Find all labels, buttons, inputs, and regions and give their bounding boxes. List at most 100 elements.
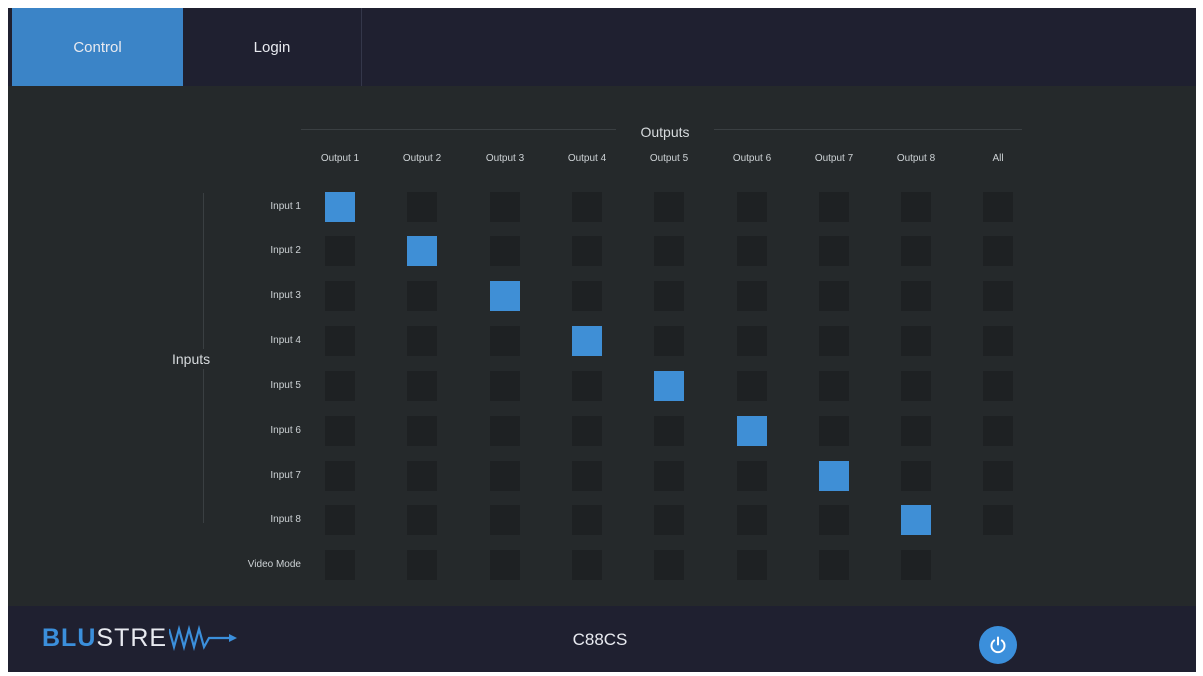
route-button-r3-c1[interactable] <box>325 281 355 311</box>
route-button-r1-c7[interactable] <box>819 192 849 222</box>
route-button-r1-c6[interactable] <box>737 192 767 222</box>
route-button-r7-c2[interactable] <box>407 461 437 491</box>
tab-control-label: Control <box>73 38 122 56</box>
route-button-r2-c8[interactable] <box>901 236 931 266</box>
route-button-r8-c1[interactable] <box>325 505 355 535</box>
model-name: C88CS <box>572 630 628 649</box>
route-button-r2-c2[interactable] <box>407 236 437 266</box>
route-button-r4-c6[interactable] <box>737 326 767 356</box>
power-icon <box>990 636 1006 654</box>
route-button-r8-c9[interactable] <box>983 505 1013 535</box>
route-button-r7-c4[interactable] <box>572 461 602 491</box>
route-button-r6-c8[interactable] <box>901 416 931 446</box>
route-button-r5-c8[interactable] <box>901 371 931 401</box>
route-button-r1-c9[interactable] <box>983 192 1013 222</box>
route-button-r6-c5[interactable] <box>654 416 684 446</box>
column-header-3: Output 3 <box>485 153 525 164</box>
route-button-r5-c6[interactable] <box>737 371 767 401</box>
route-button-r8-c4[interactable] <box>572 505 602 535</box>
route-button-r9-c7[interactable] <box>819 550 849 580</box>
route-button-r8-c6[interactable] <box>737 505 767 535</box>
outputs-title: Outputs <box>640 124 690 140</box>
route-button-r4-c5[interactable] <box>654 326 684 356</box>
route-button-r2-c4[interactable] <box>572 236 602 266</box>
route-button-r9-c8[interactable] <box>901 550 931 580</box>
outputs-divider-left <box>301 129 616 130</box>
route-button-r1-c4[interactable] <box>572 192 602 222</box>
route-button-r7-c9[interactable] <box>983 461 1013 491</box>
column-header-1: Output 1 <box>320 153 360 164</box>
column-header-5: Output 5 <box>649 153 689 164</box>
power-button[interactable] <box>979 626 1017 664</box>
route-button-r2-c9[interactable] <box>983 236 1013 266</box>
route-button-r9-c4[interactable] <box>572 550 602 580</box>
route-button-r7-c1[interactable] <box>325 461 355 491</box>
route-button-r5-c5[interactable] <box>654 371 684 401</box>
route-button-r1-c8[interactable] <box>901 192 931 222</box>
route-button-r5-c9[interactable] <box>983 371 1013 401</box>
route-button-r4-c8[interactable] <box>901 326 931 356</box>
blustream-logo: BLU STRE <box>42 622 241 654</box>
route-button-r5-c2[interactable] <box>407 371 437 401</box>
route-button-r8-c2[interactable] <box>407 505 437 535</box>
route-button-r2-c6[interactable] <box>737 236 767 266</box>
route-button-r5-c3[interactable] <box>490 371 520 401</box>
route-button-r3-c4[interactable] <box>572 281 602 311</box>
route-button-r7-c5[interactable] <box>654 461 684 491</box>
tab-login-label: Login <box>253 38 291 56</box>
route-button-r1-c2[interactable] <box>407 192 437 222</box>
route-button-r6-c6[interactable] <box>737 416 767 446</box>
route-button-r9-c2[interactable] <box>407 550 437 580</box>
route-button-r1-c3[interactable] <box>490 192 520 222</box>
column-header-2: Output 2 <box>402 153 442 164</box>
row-header-9: Video Mode <box>247 559 301 570</box>
route-button-r4-c7[interactable] <box>819 326 849 356</box>
route-button-r8-c5[interactable] <box>654 505 684 535</box>
route-button-r4-c3[interactable] <box>490 326 520 356</box>
route-button-r5-c4[interactable] <box>572 371 602 401</box>
route-button-r4-c1[interactable] <box>325 326 355 356</box>
route-button-r9-c1[interactable] <box>325 550 355 580</box>
route-button-r2-c3[interactable] <box>490 236 520 266</box>
route-button-r6-c7[interactable] <box>819 416 849 446</box>
route-button-r6-c9[interactable] <box>983 416 1013 446</box>
route-button-r5-c1[interactable] <box>325 371 355 401</box>
top-nav-bar: Control Login <box>8 8 1196 86</box>
route-button-r3-c2[interactable] <box>407 281 437 311</box>
tab-control[interactable]: Control <box>12 8 183 86</box>
route-button-r3-c7[interactable] <box>819 281 849 311</box>
route-button-r9-c5[interactable] <box>654 550 684 580</box>
route-button-r2-c1[interactable] <box>325 236 355 266</box>
route-button-r7-c8[interactable] <box>901 461 931 491</box>
route-button-r6-c1[interactable] <box>325 416 355 446</box>
route-button-r5-c7[interactable] <box>819 371 849 401</box>
route-button-r3-c6[interactable] <box>737 281 767 311</box>
route-button-r1-c5[interactable] <box>654 192 684 222</box>
route-button-r2-c5[interactable] <box>654 236 684 266</box>
route-button-r8-c7[interactable] <box>819 505 849 535</box>
outputs-divider-right <box>714 129 1022 130</box>
route-button-r3-c8[interactable] <box>901 281 931 311</box>
logo-stream-text: STRE <box>96 623 168 652</box>
tab-login[interactable]: Login <box>183 8 362 86</box>
route-button-r7-c7[interactable] <box>819 461 849 491</box>
route-button-r7-c3[interactable] <box>490 461 520 491</box>
route-button-r1-c1[interactable] <box>325 192 355 222</box>
route-button-r9-c3[interactable] <box>490 550 520 580</box>
route-button-r6-c3[interactable] <box>490 416 520 446</box>
route-button-r3-c5[interactable] <box>654 281 684 311</box>
route-button-r6-c4[interactable] <box>572 416 602 446</box>
route-button-r9-c6[interactable] <box>737 550 767 580</box>
route-button-r7-c6[interactable] <box>737 461 767 491</box>
route-button-r4-c9[interactable] <box>983 326 1013 356</box>
route-button-r8-c8[interactable] <box>901 505 931 535</box>
route-button-r8-c3[interactable] <box>490 505 520 535</box>
route-button-r3-c3[interactable] <box>490 281 520 311</box>
app-window: Control Login <box>8 8 1196 672</box>
route-button-r3-c9[interactable] <box>983 281 1013 311</box>
route-button-r4-c2[interactable] <box>407 326 437 356</box>
route-button-r2-c7[interactable] <box>819 236 849 266</box>
column-header-8: Output 8 <box>896 153 936 164</box>
route-button-r4-c4[interactable] <box>572 326 602 356</box>
route-button-r6-c2[interactable] <box>407 416 437 446</box>
